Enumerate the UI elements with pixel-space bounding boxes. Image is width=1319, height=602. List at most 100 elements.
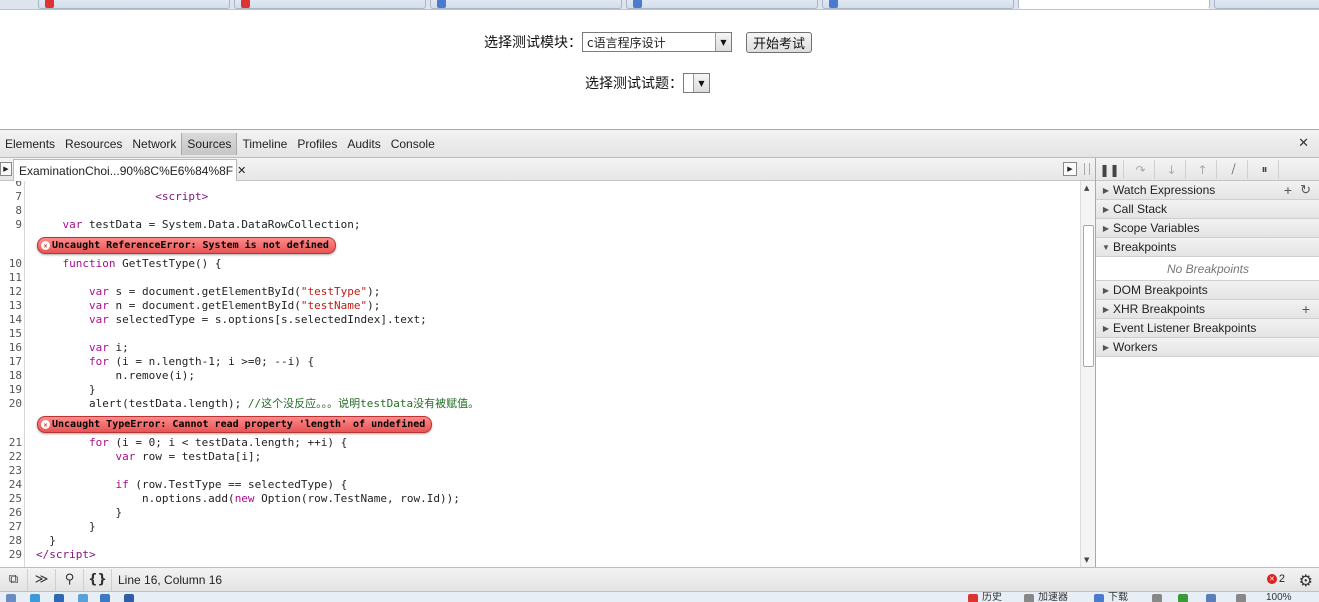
- browser-tab[interactable]: [822, 0, 1014, 9]
- devtools-window: Elements Resources Network Sources Timel…: [0, 129, 1319, 602]
- code-line: 16 var i;: [8, 341, 129, 354]
- scroll-down-icon[interactable]: ▼: [1084, 556, 1089, 564]
- site-favicon-icon: [633, 0, 642, 8]
- pause-icon[interactable]: ❚❚: [1096, 160, 1124, 179]
- close-devtools-icon[interactable]: ✕: [1298, 136, 1309, 151]
- taskbar-app-icon[interactable]: [124, 594, 134, 602]
- code-line: 10 function GetTestType() {: [8, 257, 222, 270]
- section-event-listener-breakpoints[interactable]: ▶ Event Listener Breakpoints: [1096, 319, 1319, 338]
- section-scope-variables[interactable]: ▶ Scope Variables: [1096, 219, 1319, 238]
- module-select[interactable]: c语言程序设计 ▼: [582, 32, 732, 52]
- taskbar-app-icon[interactable]: [1152, 594, 1162, 602]
- debugger-sidebar: ❚❚ ↷ ↓ ↑ ⧸ ⏸ ▶ Watch Expressions + ↻ ▶ Call …: [1095, 158, 1319, 567]
- search-icon[interactable]: ⚲: [56, 568, 84, 591]
- collapse-triangle-icon: ▼: [1102, 242, 1110, 252]
- browser-tab[interactable]: [430, 0, 622, 9]
- browser-tab[interactable]: [234, 0, 426, 9]
- show-console-icon[interactable]: ≫: [28, 568, 56, 591]
- settings-gear-icon[interactable]: ⚙: [1299, 571, 1313, 590]
- scrollbar-thumb[interactable]: [1083, 225, 1094, 367]
- taskbar-history[interactable]: 历史: [982, 592, 1002, 602]
- expand-triangle-icon: ▶: [1102, 323, 1110, 333]
- browser-tab[interactable]: [1214, 0, 1319, 9]
- taskbar-app-icon[interactable]: [54, 594, 64, 602]
- refresh-icon[interactable]: ↻: [1300, 182, 1311, 198]
- step-out-icon[interactable]: ↑: [1189, 160, 1217, 179]
- code-line: 14 var selectedType = s.options[s.select…: [8, 313, 427, 326]
- devtools-panel-toolbar: Elements Resources Network Sources Timel…: [0, 130, 1319, 158]
- taskbar-app-icon[interactable]: [1236, 594, 1246, 602]
- os-taskbar: 历史 加速器 下载 100%: [0, 591, 1319, 602]
- panel-tab-elements[interactable]: Elements: [0, 133, 60, 155]
- site-favicon-icon: [829, 0, 838, 8]
- section-workers[interactable]: ▶ Workers: [1096, 338, 1319, 357]
- step-into-icon[interactable]: ↓: [1158, 160, 1186, 179]
- code-scrollbar[interactable]: ▲ ▼: [1080, 181, 1095, 567]
- taskbar-app-icon[interactable]: [78, 594, 88, 602]
- taskbar-app-icon[interactable]: [1206, 594, 1216, 602]
- toggle-debugger-icon[interactable]: ▶: [1063, 162, 1077, 176]
- browser-tab-active[interactable]: [1018, 0, 1210, 9]
- code-line: 7 <script>: [15, 190, 209, 203]
- no-breakpoints-text: No Breakpoints: [1096, 257, 1319, 281]
- zoom-level[interactable]: 100%: [1266, 592, 1292, 602]
- section-xhr-breakpoints[interactable]: ▶ XHR Breakpoints +: [1096, 300, 1319, 319]
- browser-tab[interactable]: [38, 0, 230, 9]
- close-tab-icon[interactable]: ✕: [237, 164, 246, 177]
- section-call-stack[interactable]: ▶ Call Stack: [1096, 200, 1319, 219]
- deactivate-breakpoints-icon[interactable]: ⧸: [1220, 160, 1248, 179]
- site-favicon-icon: [437, 0, 446, 8]
- taskbar-app-icon[interactable]: [30, 594, 40, 602]
- scroll-up-icon[interactable]: ▲: [1084, 184, 1089, 192]
- question-select[interactable]: ▼: [683, 73, 710, 93]
- question-label: 选择测试试题：: [585, 76, 683, 92]
- site-favicon-icon: [45, 0, 54, 8]
- taskbar-app-icon[interactable]: [6, 594, 16, 602]
- expand-triangle-icon: ▶: [1102, 304, 1110, 314]
- panel-tab-timeline[interactable]: Timeline: [237, 133, 292, 155]
- devtools-status-bar: ⧉ ≫ ⚲ {} Line 16, Column 16 ✕ 2 ⚙: [0, 567, 1319, 591]
- panel-tab-audits[interactable]: Audits: [342, 133, 385, 155]
- code-editor[interactable]: 6 7 <script> 8 9 var testData = System.D…: [0, 181, 1080, 567]
- expand-triangle-icon: ▶: [1102, 342, 1110, 352]
- taskbar-app-icon[interactable]: [1178, 594, 1188, 602]
- section-watch-expressions[interactable]: ▶ Watch Expressions + ↻: [1096, 181, 1319, 200]
- dock-icon[interactable]: ⧉: [0, 568, 28, 591]
- site-favicon-icon: [241, 0, 250, 8]
- expand-triangle-icon: ▶: [1102, 223, 1110, 233]
- file-tab[interactable]: ExaminationChoi...90%8C%E6%84%8F ✕: [13, 159, 246, 181]
- toggle-navigator-icon[interactable]: ▶: [0, 162, 12, 176]
- section-breakpoints[interactable]: ▼ Breakpoints: [1096, 238, 1319, 257]
- add-icon[interactable]: +: [1284, 182, 1292, 198]
- code-line: 13 var n = document.getElementById("test…: [8, 299, 381, 312]
- code-line: 28 }: [8, 534, 56, 547]
- browser-tab[interactable]: [626, 0, 818, 9]
- pause-on-exceptions-icon[interactable]: ⏸: [1251, 160, 1279, 179]
- taskbar-accelerator[interactable]: 加速器: [1038, 592, 1068, 602]
- taskbar-download[interactable]: 下载: [1108, 592, 1128, 602]
- section-dom-breakpoints[interactable]: ▶ DOM Breakpoints: [1096, 281, 1319, 300]
- taskbar-app-icon[interactable]: [100, 594, 110, 602]
- download-icon: [1094, 594, 1104, 602]
- file-tab-label: ExaminationChoi...90%8C%E6%84%8F: [19, 163, 234, 178]
- error-icon: ✕: [41, 420, 50, 429]
- panel-tab-resources[interactable]: Resources: [60, 133, 127, 155]
- code-line: 22 var row = testData[i];: [8, 450, 262, 463]
- panel-tab-profiles[interactable]: Profiles: [292, 133, 342, 155]
- panel-tab-network[interactable]: Network: [127, 133, 181, 155]
- code-line: 23: [8, 464, 22, 477]
- module-row: 选择测试模块： c语言程序设计 ▼ 开始考试: [484, 30, 813, 54]
- panel-tab-console[interactable]: Console: [386, 133, 440, 155]
- step-over-icon[interactable]: ↷: [1127, 160, 1155, 179]
- panel-tab-sources[interactable]: Sources: [181, 132, 238, 155]
- code-line: 11: [8, 271, 22, 284]
- expand-triangle-icon: ▶: [1102, 285, 1110, 295]
- dropdown-arrow-icon: ▼: [693, 74, 709, 92]
- resize-grip-icon[interactable]: [1084, 163, 1090, 175]
- pretty-print-icon[interactable]: {}: [84, 568, 112, 591]
- code-line: 9 var testData = System.Data.DataRowColl…: [15, 218, 361, 231]
- error-counter[interactable]: ✕ 2: [1266, 573, 1285, 585]
- add-icon[interactable]: +: [1302, 301, 1310, 317]
- start-exam-button[interactable]: 开始考试: [746, 31, 813, 53]
- code-line: 18 n.remove(i);: [8, 369, 195, 382]
